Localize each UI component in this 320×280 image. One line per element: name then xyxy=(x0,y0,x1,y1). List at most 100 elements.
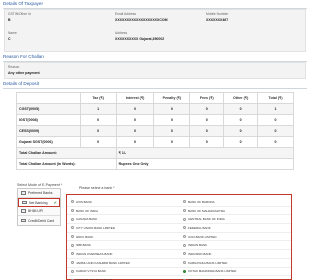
bank-row: PUNJAB AND SIND BANKPUNJAB NATIONAL BANK xyxy=(67,276,291,280)
bank-name: AXIS BANK xyxy=(76,199,92,204)
radio-icon[interactable] xyxy=(71,243,74,247)
bank-option[interactable]: KARUR VYSYA BANK xyxy=(67,268,179,276)
cell: 0 xyxy=(79,125,117,137)
bank-name: JAMMU AND KASHMIR BANK LIMITED xyxy=(76,260,130,265)
bank-option[interactable]: BANK OF MAHARASHTRA xyxy=(179,207,291,215)
bank-option[interactable]: CENTRAL BANK OF INDIA xyxy=(179,215,291,223)
bank-option[interactable]: BANK OF BARODA xyxy=(179,198,291,206)
mode-label: Preferred Banks xyxy=(28,191,53,195)
mode-net-banking[interactable]: Net Banking ✔ xyxy=(18,198,60,207)
column-header: Fees (₹) xyxy=(189,92,225,104)
bank-name: KOTAK MAHINDRA BANK LIMITED xyxy=(188,269,237,274)
cell: 0 xyxy=(257,136,294,148)
deposit-table: Tax (₹) Interest (₹) Penalty (₹) Fees (₹… xyxy=(16,92,295,170)
name-value: C xyxy=(8,37,11,41)
cell: 0 xyxy=(115,136,155,148)
radio-icon[interactable] xyxy=(71,209,74,213)
email-label: Email Address xyxy=(115,12,137,16)
radio-icon[interactable] xyxy=(71,235,74,239)
payment-mode-label: Select Mode of E-Payment * xyxy=(17,183,63,187)
bank-option[interactable]: PUNJAB AND SIND BANK xyxy=(67,276,179,280)
radio-icon[interactable] xyxy=(183,269,186,273)
bank-row: AXIS BANK BANK OF BARODA xyxy=(67,198,291,207)
cell: 0 xyxy=(189,114,225,126)
check-icon: ✔ xyxy=(53,200,57,205)
radio-icon[interactable] xyxy=(183,226,186,230)
bank-option[interactable]: JAMMU AND KASHMIR BANK LIMITED xyxy=(67,259,179,267)
payment-mode-list: Preferred Banks Net Banking ✔ BHIM UPI C… xyxy=(17,188,61,226)
total-row: Total Challan Amount: ₹ 1/- xyxy=(16,147,295,159)
bank-name: INDIAN BANK xyxy=(188,243,208,248)
bank-option[interactable]: INDIAN OVERSEAS BANK xyxy=(67,250,179,258)
cell: 0 xyxy=(223,103,259,115)
deposit-section-title: Details of Deposit xyxy=(3,81,40,86)
bank-option[interactable]: IDBI BANK xyxy=(67,241,179,249)
bank-name: CENTRAL BANK OF INDIA xyxy=(188,217,225,222)
bank-name: CITY UNION BANK LIMITED xyxy=(76,225,115,230)
row-label: CGST(0005) xyxy=(16,103,81,115)
bank-row: HDFC BANK ICICI BANK LIMITED xyxy=(67,233,291,242)
cell: 0 xyxy=(189,103,225,115)
bank-row: BANK OF INDIA BANK OF MAHARASHTRA xyxy=(67,207,291,216)
radio-icon[interactable] xyxy=(71,226,74,230)
row-label: Gujarat SGST(0006) xyxy=(16,136,81,148)
bank-name: KARNATAKA BANK LIMITED xyxy=(188,260,228,265)
mode-bhim-upi[interactable]: BHIM UPI xyxy=(18,207,60,216)
radio-icon[interactable] xyxy=(183,200,186,204)
cell: 0 xyxy=(257,125,294,137)
table-row: IGST(0008) 0 0 0 0 0 0 xyxy=(16,114,294,126)
radio-icon[interactable] xyxy=(183,243,186,247)
radio-icon[interactable] xyxy=(183,252,186,256)
table-row: CESS(0009) 0 0 0 0 0 0 xyxy=(16,125,294,137)
cell: 0 xyxy=(223,136,259,148)
bank-row: IDBI BANK INDIAN BANK xyxy=(67,241,291,251)
card-icon xyxy=(21,218,26,223)
bank-option[interactable]: INDIAN BANK xyxy=(179,241,291,249)
radio-icon[interactable] xyxy=(71,200,74,204)
radio-icon[interactable] xyxy=(183,217,186,221)
table-header-row: Tax (₹) Interest (₹) Penalty (₹) Fees (₹… xyxy=(16,92,294,104)
bank-name: CANARA BANK xyxy=(76,217,98,222)
bank-option[interactable]: CANARA BANK xyxy=(67,215,179,223)
address-value: XXXXXXXXXX Gujarat,390002 xyxy=(115,37,165,41)
bank-name: BANK OF BARODA xyxy=(188,199,215,204)
bank-option[interactable]: PUNJAB NATIONAL BANK xyxy=(179,276,291,280)
column-header: Interest (₹) xyxy=(115,92,155,104)
words-row: Total Challan Amount (In Words): Rupees … xyxy=(16,158,295,170)
column-header xyxy=(16,92,81,104)
gstin-label: GSTIN/Other Id xyxy=(8,12,31,16)
bank-option[interactable]: FEDERAL BANK xyxy=(179,224,291,232)
radio-icon[interactable] xyxy=(183,261,186,265)
bank-name: FEDERAL BANK xyxy=(188,225,211,230)
bank-option[interactable]: KARNATAKA BANK LIMITED xyxy=(179,259,291,267)
mobile-label: Mobile Number xyxy=(206,12,229,16)
mode-credit-debit-card[interactable]: Credit/Debit Card xyxy=(18,216,60,225)
bank-name: BANK OF INDIA xyxy=(76,208,99,213)
bank-name: BANK OF MAHARASHTRA xyxy=(188,208,226,213)
radio-icon[interactable] xyxy=(183,235,186,239)
radio-icon[interactable] xyxy=(71,261,74,265)
bank-option[interactable]: CITY UNION BANK LIMITED xyxy=(67,224,179,232)
mode-preferred-banks[interactable]: Preferred Banks xyxy=(18,189,60,198)
bank-option[interactable]: INDUSIND BANK xyxy=(179,250,291,258)
radio-icon[interactable] xyxy=(183,209,186,213)
bank-name: INDUSIND BANK xyxy=(188,251,212,256)
cell: 0 xyxy=(153,103,191,115)
bank-option[interactable]: KOTAK MAHINDRA BANK LIMITED xyxy=(179,268,291,276)
name-label: Name xyxy=(8,31,17,35)
radio-icon[interactable] xyxy=(71,252,74,256)
bank-option[interactable]: ICICI BANK LIMITED xyxy=(179,233,291,241)
bank-option[interactable]: AXIS BANK xyxy=(67,198,179,206)
cell: 0 xyxy=(189,136,225,148)
divider xyxy=(3,88,307,89)
column-header: Tax (₹) xyxy=(79,92,117,104)
bank-select-header: Please select a bank * xyxy=(79,186,115,190)
radio-icon[interactable] xyxy=(71,269,74,273)
bank-option[interactable]: HDFC BANK xyxy=(67,233,179,241)
radio-icon[interactable] xyxy=(71,217,74,221)
mode-label: Net Banking xyxy=(29,200,48,205)
total-label: Total Challan Amount: xyxy=(16,147,117,159)
bank-name: HDFC BANK xyxy=(76,234,94,239)
reason-panel: Reason Any other payment xyxy=(4,62,306,79)
bank-option[interactable]: BANK OF INDIA xyxy=(67,207,179,215)
